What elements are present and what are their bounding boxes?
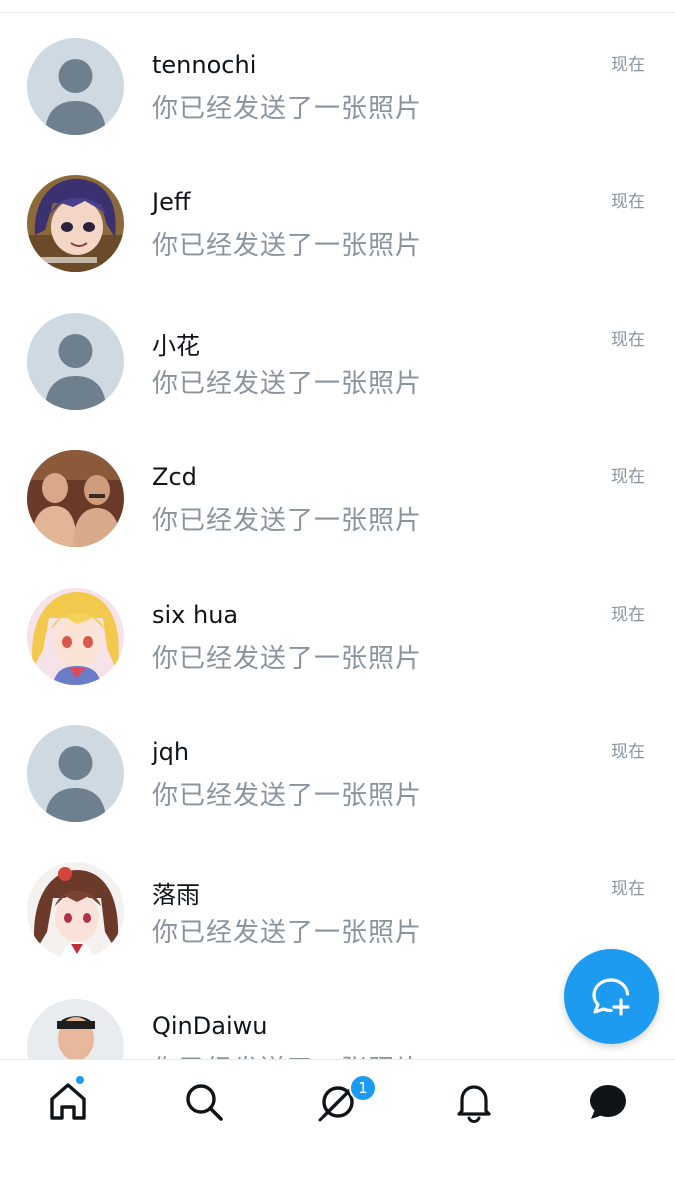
contact-name: 落雨 [152, 881, 200, 909]
default-avatar-icon [27, 725, 124, 822]
photo-young-man-icon [27, 999, 124, 1060]
conversation-row[interactable]: Jeff 你已经发送了一张照片 现在 [0, 175, 675, 312]
message-time: 现在 [611, 55, 645, 75]
bell-icon [457, 1085, 491, 1124]
conversation-row[interactable]: Zcd 你已经发送了一张照片 现在 [0, 450, 675, 587]
default-avatar-icon [27, 38, 124, 135]
message-preview: 你已经发送了一张照片 [152, 781, 423, 811]
contact-name: 小花 [152, 332, 200, 360]
tab-home[interactable] [46, 1080, 90, 1124]
new-message-button[interactable] [564, 949, 659, 1044]
tab-search[interactable] [182, 1080, 226, 1124]
avatar[interactable] [27, 725, 124, 822]
anime-girl-blonde-icon [27, 588, 124, 685]
avatar[interactable] [27, 862, 124, 959]
conversation-row[interactable]: jqh 你已经发送了一张照片 现在 [0, 725, 675, 862]
conversation-row[interactable]: 小花 你已经发送了一张照片 现在 [0, 313, 675, 450]
new-message-icon [592, 978, 630, 1016]
contact-name: QinDaiwu [152, 1012, 268, 1040]
tab-notifications[interactable] [452, 1080, 496, 1124]
avatar[interactable] [27, 450, 124, 547]
anime-girl-brown-hair-icon [27, 862, 124, 959]
contact-name: tennochi [152, 51, 257, 79]
message-preview: 你已经发送了一张照片 [152, 918, 423, 948]
anime-girl-purple-hair-icon [27, 175, 124, 272]
message-preview: 你已经发送了一张照片 [152, 644, 423, 674]
messages-badge: 1 [349, 1074, 377, 1102]
message-time: 现在 [611, 605, 645, 625]
message-time: 现在 [611, 742, 645, 762]
avatar[interactable] [27, 313, 124, 410]
conversation-list[interactable]: tennochi 你已经发送了一张照片 现在 Jeff 你已经发送了一张照片 现… [0, 0, 675, 1060]
message-time: 现在 [611, 192, 645, 212]
tab-messages[interactable] [586, 1080, 630, 1124]
message-time: 现在 [611, 467, 645, 487]
home-notification-dot [76, 1076, 84, 1084]
messages-icon [590, 1085, 626, 1119]
message-preview: 你已经发送了一张照片 [152, 94, 423, 124]
bottom-tab-bar [0, 1060, 675, 1200]
avatar[interactable] [27, 38, 124, 135]
contact-name: jqh [152, 738, 190, 766]
contact-name: Jeff [152, 188, 191, 216]
message-preview: 你已经发送了一张照片 [152, 231, 423, 261]
conversation-row[interactable]: tennochi 你已经发送了一张照片 现在 [0, 38, 675, 175]
home-icon [50, 1083, 86, 1120]
message-time: 现在 [611, 879, 645, 899]
default-avatar-icon [27, 313, 124, 410]
avatar[interactable] [27, 588, 124, 685]
message-preview: 你已经发送了一张照片 [152, 506, 423, 536]
contact-name: Zcd [152, 463, 197, 491]
avatar[interactable] [27, 175, 124, 272]
avatar[interactable] [27, 999, 124, 1060]
contact-name: six hua [152, 601, 239, 629]
photo-two-men-icon [27, 450, 124, 547]
search-icon [186, 1084, 223, 1121]
message-time: 现在 [611, 330, 645, 350]
message-preview: 你已经发送了一张照片 [152, 369, 423, 399]
conversation-row[interactable]: six hua 你已经发送了一张照片 现在 [0, 588, 675, 725]
